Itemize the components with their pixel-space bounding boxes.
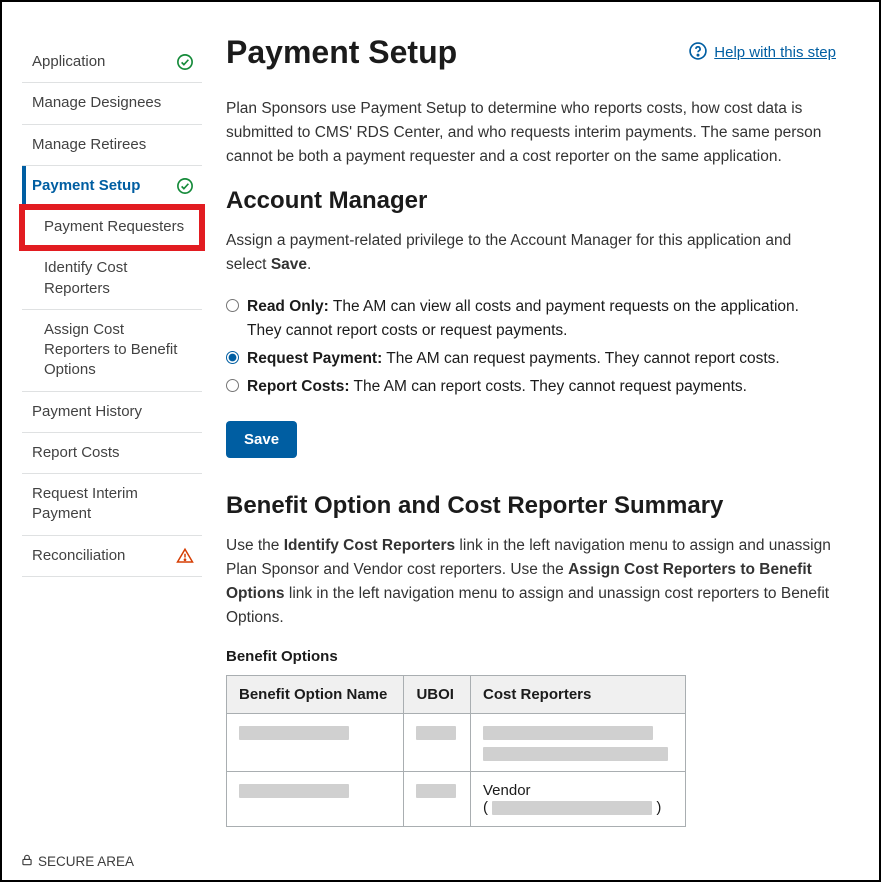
- sidebar-item-label: Payment Requesters: [44, 218, 184, 235]
- sidebar-item-report-costs[interactable]: Report Costs: [22, 433, 202, 474]
- radio-input-request-payment[interactable]: [226, 351, 239, 364]
- sidebar-item-manage-designees[interactable]: Manage Designees: [22, 83, 202, 124]
- sidebar-sub-assign-reporters-benefit[interactable]: Assign Cost Reporters to Benefit Options: [22, 310, 202, 392]
- radio-input-read-only[interactable]: [226, 299, 239, 312]
- redacted-text: [416, 784, 456, 798]
- intro-text: Plan Sponsors use Payment Setup to deter…: [226, 97, 836, 169]
- radio-request-payment[interactable]: Request Payment: The AM can request paym…: [226, 347, 836, 371]
- sidebar-item-label: Application: [32, 52, 105, 72]
- question-icon: [688, 41, 708, 65]
- lock-icon: [20, 853, 34, 870]
- main-content: Payment Setup Help with this step Plan S…: [226, 22, 836, 827]
- sidebar-item-label: Payment History: [32, 402, 142, 422]
- page-title: Payment Setup: [226, 34, 457, 71]
- sidebar-item-manage-retirees[interactable]: Manage Retirees: [22, 125, 202, 166]
- redacted-text: [483, 726, 653, 740]
- save-button[interactable]: Save: [226, 421, 297, 458]
- sidebar-item-label: Reconciliation: [32, 546, 125, 566]
- section-heading-summary: Benefit Option and Cost Reporter Summary: [226, 492, 836, 520]
- summary-instruction: Use the Identify Cost Reporters link in …: [226, 534, 836, 630]
- redacted-text: [239, 784, 349, 798]
- col-cost-reporters: Cost Reporters: [471, 676, 686, 714]
- sidebar-item-label: Assign Cost Reporters to Benefit Options: [44, 321, 177, 379]
- sidebar-item-label: Payment Setup: [32, 176, 140, 196]
- sidebar-item-request-interim-payment[interactable]: Request Interim Payment: [22, 474, 202, 536]
- redacted-text: [483, 747, 668, 761]
- sidebar-item-reconciliation[interactable]: Reconciliation: [22, 536, 202, 577]
- footer-text: SECURE AREA: [38, 854, 134, 869]
- sidebar-item-label: Manage Designees: [32, 93, 161, 113]
- table-row: Vendor ( ): [227, 772, 686, 827]
- vendor-label: Vendor: [483, 782, 531, 799]
- secure-area-footer: SECURE AREA: [20, 853, 134, 870]
- col-uboi: UBOI: [404, 676, 471, 714]
- col-benefit-option-name: Benefit Option Name: [227, 676, 404, 714]
- redacted-text: [416, 726, 456, 740]
- help-link[interactable]: Help with this step: [688, 41, 836, 65]
- redacted-text: [492, 801, 652, 815]
- sidebar-item-label: Identify Cost Reporters: [44, 259, 127, 296]
- am-instruction: Assign a payment-related privilege to th…: [226, 229, 836, 277]
- sidebar-item-application[interactable]: Application: [22, 42, 202, 83]
- radio-read-only[interactable]: Read Only: The AM can view all costs and…: [226, 295, 836, 343]
- check-icon: [176, 177, 194, 195]
- help-link-label: Help with this step: [714, 44, 836, 61]
- sidebar-item-label: Report Costs: [32, 443, 120, 463]
- check-icon: [176, 53, 194, 71]
- table-caption: Benefit Options: [226, 648, 836, 665]
- radio-report-costs[interactable]: Report Costs: The AM can report costs. T…: [226, 375, 836, 399]
- redacted-text: [239, 726, 349, 740]
- benefit-options-table: Benefit Option Name UBOI Cost Reporters: [226, 675, 686, 827]
- warning-icon: [176, 547, 194, 565]
- sidebar-sub-payment-requesters[interactable]: Payment Requesters: [22, 207, 202, 248]
- sidebar: Application Manage Designees Manage Reti…: [22, 22, 202, 827]
- section-heading-am: Account Manager: [226, 187, 836, 215]
- sidebar-item-label: Manage Retirees: [32, 135, 146, 155]
- sidebar-sub-identify-cost-reporters[interactable]: Identify Cost Reporters: [22, 248, 202, 310]
- table-row: [227, 714, 686, 772]
- sidebar-item-label: Request Interim Payment: [32, 484, 194, 525]
- radio-input-report-costs[interactable]: [226, 379, 239, 392]
- sidebar-item-payment-history[interactable]: Payment History: [22, 392, 202, 433]
- sidebar-item-payment-setup[interactable]: Payment Setup: [22, 166, 202, 207]
